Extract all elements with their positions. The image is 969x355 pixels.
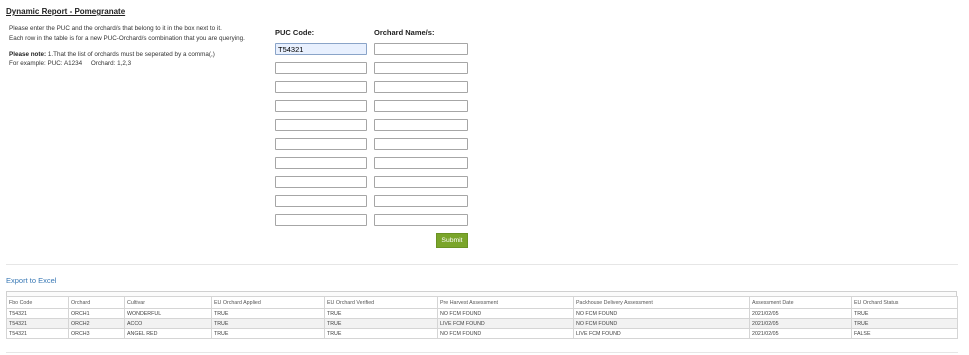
table-cell: TRUE bbox=[324, 318, 438, 329]
table-cell: FALSE bbox=[851, 328, 958, 339]
table-cell: TRUE bbox=[211, 328, 325, 339]
table-cell: NO FCM FOUND bbox=[573, 318, 750, 329]
table-cell: TRUE bbox=[211, 308, 325, 319]
table-cell: TRUE bbox=[851, 318, 958, 329]
column-header[interactable]: Cultivar bbox=[124, 296, 212, 309]
orchard-names-input[interactable] bbox=[374, 119, 468, 131]
note-label: Please note: bbox=[9, 51, 47, 58]
table-cell: 2021/02/05 bbox=[749, 308, 852, 319]
orchard-names-header: Orchard Name/s: bbox=[374, 28, 435, 37]
puc-code-input[interactable] bbox=[275, 214, 367, 226]
orchard-names-input[interactable] bbox=[374, 138, 468, 150]
table-row[interactable]: T54321 ORCH1 WONDERFUL TRUE TRUE NO FCM FOUND… bbox=[6, 308, 958, 319]
table-header-row: Fbo Code Orchard Cultivar EU Orchard Applie… bbox=[6, 296, 958, 309]
puc-code-input[interactable] bbox=[275, 62, 367, 74]
column-header[interactable]: Fbo Code bbox=[6, 296, 69, 309]
submit-button[interactable]: Submit bbox=[436, 233, 468, 248]
example-line: For example: PUC: A1234 Orchard: 1,2,3 bbox=[9, 59, 132, 67]
table-cell: 2021/02/05 bbox=[749, 328, 852, 339]
puc-code-header: PUC Code: bbox=[275, 28, 315, 37]
table-row[interactable]: T54321 ORCH2 ACCO TRUE TRUE LIVE FCM FOUND NO … bbox=[6, 318, 958, 329]
column-header[interactable]: Assessment Date bbox=[749, 296, 852, 309]
puc-code-input[interactable] bbox=[275, 100, 367, 112]
table-cell: T54321 bbox=[6, 308, 69, 319]
column-header[interactable]: EU Orchard Status bbox=[851, 296, 958, 309]
note-line: Please note: 1.That the list of orchards… bbox=[9, 51, 269, 60]
puc-code-input[interactable] bbox=[275, 195, 367, 207]
results-table: Fbo Code Orchard Cultivar EU Orchard Applie… bbox=[6, 296, 958, 339]
table-row[interactable]: T54321 ORCH3 ANGEL RED TRUE TRUE NO FCM FOUND… bbox=[6, 328, 958, 339]
table-cell: TRUE bbox=[324, 308, 438, 319]
table-cell: ORCH1 bbox=[68, 308, 125, 319]
page-title: Dynamic Report - Pomegranate bbox=[6, 7, 126, 16]
table-cell: ACCO bbox=[124, 318, 212, 329]
column-header[interactable]: Packhouse Delivery Assessment bbox=[573, 296, 750, 309]
orchard-names-input[interactable] bbox=[374, 100, 468, 112]
puc-code-input[interactable] bbox=[275, 157, 367, 169]
column-header[interactable]: EU Orchard Applied bbox=[211, 296, 325, 309]
table-cell: 2021/02/05 bbox=[749, 318, 852, 329]
puc-code-input[interactable] bbox=[275, 119, 367, 131]
table-cell: NO FCM FOUND bbox=[437, 328, 574, 339]
instructions: Please enter the PUC and the orchard/s t… bbox=[9, 24, 269, 43]
table-cell: ANGEL RED bbox=[124, 328, 212, 339]
column-header[interactable]: Pre Harvest Assessment bbox=[437, 296, 574, 309]
column-header[interactable]: Orchard bbox=[68, 296, 125, 309]
table-cell: TRUE bbox=[324, 328, 438, 339]
table-cell: ORCH2 bbox=[68, 318, 125, 329]
puc-code-input[interactable] bbox=[275, 43, 367, 55]
orchard-names-input[interactable] bbox=[374, 214, 468, 226]
orchard-names-input[interactable] bbox=[374, 157, 468, 169]
divider bbox=[6, 264, 958, 265]
note-text: 1.That the list of orchards must be sepe… bbox=[46, 51, 215, 58]
table-cell: WONDERFUL bbox=[124, 308, 212, 319]
table-cell: T54321 bbox=[6, 318, 69, 329]
orchard-names-input[interactable] bbox=[374, 81, 468, 93]
orchard-names-input[interactable] bbox=[374, 195, 468, 207]
puc-code-input[interactable] bbox=[275, 138, 367, 150]
orchard-names-input[interactable] bbox=[374, 43, 468, 55]
puc-code-input[interactable] bbox=[275, 81, 367, 93]
table-cell: T54321 bbox=[6, 328, 69, 339]
table-cell: NO FCM FOUND bbox=[437, 308, 574, 319]
puc-code-input[interactable] bbox=[275, 176, 367, 188]
export-to-excel-link[interactable]: Export to Excel bbox=[6, 276, 56, 285]
orchard-names-input[interactable] bbox=[374, 62, 468, 74]
table-cell: ORCH3 bbox=[68, 328, 125, 339]
instruction-line-2: Each row in the table is for a new PUC-O… bbox=[9, 34, 245, 42]
note-block: Please note: 1.That the list of orchards… bbox=[9, 51, 269, 68]
orchard-names-input[interactable] bbox=[374, 176, 468, 188]
table-cell: TRUE bbox=[851, 308, 958, 319]
table-cell: LIVE FCM FOUND bbox=[573, 328, 750, 339]
table-cell: TRUE bbox=[211, 318, 325, 329]
instruction-line-1: Please enter the PUC and the orchard/s t… bbox=[9, 25, 222, 32]
table-body: T54321 ORCH1 WONDERFUL TRUE TRUE NO FCM FOUND… bbox=[6, 308, 958, 339]
bottom-divider bbox=[6, 352, 958, 353]
table-cell: LIVE FCM FOUND bbox=[437, 318, 574, 329]
table-cell: NO FCM FOUND bbox=[573, 308, 750, 319]
column-header[interactable]: EU Orchard Verified bbox=[324, 296, 438, 309]
